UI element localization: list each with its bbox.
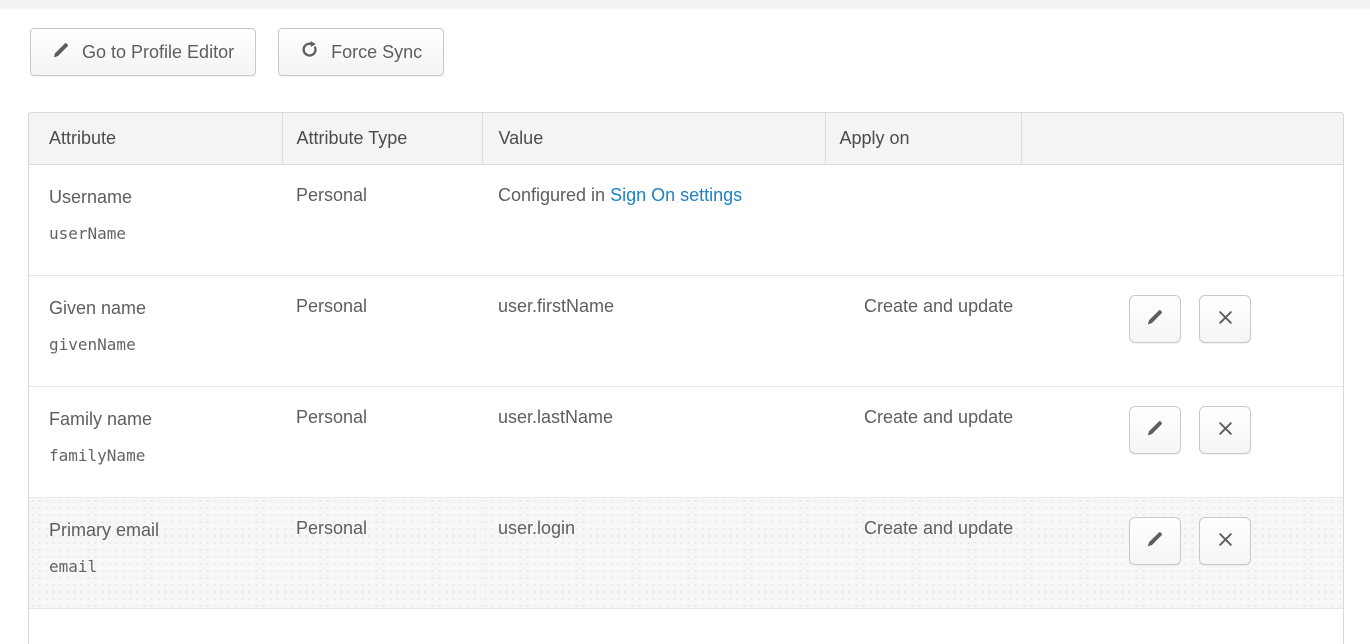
pencil-icon <box>1146 530 1164 551</box>
delete-attribute-button[interactable] <box>1199 517 1251 565</box>
attribute-type: Personal <box>282 386 482 497</box>
force-sync-label: Force Sync <box>331 42 422 63</box>
x-icon <box>1217 420 1234 440</box>
x-icon <box>1217 531 1234 551</box>
attribute-variable: userName <box>49 223 282 245</box>
table-row-partial <box>29 608 1343 644</box>
apply-on-value: Create and update <box>825 275 1021 386</box>
column-header-attribute-type: Attribute Type <box>282 113 482 164</box>
delete-attribute-button[interactable] <box>1199 406 1251 454</box>
attribute-mappings-table: Attribute Attribute Type Value Apply on … <box>28 112 1344 644</box>
pencil-icon <box>52 41 70 64</box>
apply-on-value: Create and update <box>825 386 1021 497</box>
mapping-value: user.firstName <box>482 275 825 386</box>
sign-on-settings-link[interactable]: Sign On settings <box>610 185 742 205</box>
mapping-value: user.lastName <box>482 386 825 497</box>
column-header-attribute: Attribute <box>29 113 282 164</box>
attribute-label: Given name <box>49 296 282 320</box>
column-header-value: Value <box>482 113 825 164</box>
table-row-given-name: Given name givenName Personal user.first… <box>29 275 1343 386</box>
mapping-value: user.login <box>482 497 825 608</box>
x-icon <box>1217 309 1234 329</box>
toolbar: Go to Profile Editor Force Sync <box>30 28 1370 76</box>
edit-attribute-button[interactable] <box>1129 295 1181 343</box>
force-sync-button[interactable]: Force Sync <box>278 28 444 76</box>
column-header-actions <box>1021 113 1343 164</box>
edit-attribute-button[interactable] <box>1129 406 1181 454</box>
attribute-label: Family name <box>49 407 282 431</box>
refresh-icon <box>300 40 319 64</box>
attribute-label: Primary email <box>49 518 282 542</box>
table-row-family-name: Family name familyName Personal user.las… <box>29 386 1343 497</box>
table-row-primary-email: Primary email email Personal user.login … <box>29 497 1343 608</box>
attribute-type: Personal <box>282 164 482 275</box>
apply-on-value <box>825 164 1021 275</box>
table-header-row: Attribute Attribute Type Value Apply on <box>29 113 1343 164</box>
attribute-variable: email <box>49 556 282 578</box>
apply-on-value: Create and update <box>825 497 1021 608</box>
go-to-profile-editor-button[interactable]: Go to Profile Editor <box>30 28 256 76</box>
pencil-icon <box>1146 308 1164 329</box>
value-text: Configured in <box>498 185 610 205</box>
go-to-profile-editor-label: Go to Profile Editor <box>82 42 234 63</box>
pencil-icon <box>1146 419 1164 440</box>
attribute-variable: givenName <box>49 334 282 356</box>
attribute-type: Personal <box>282 275 482 386</box>
table-row-username: Username userName Personal Configured in… <box>29 164 1343 275</box>
attribute-variable: familyName <box>49 445 282 467</box>
attribute-label: Username <box>49 185 282 209</box>
attribute-type: Personal <box>282 497 482 608</box>
delete-attribute-button[interactable] <box>1199 295 1251 343</box>
top-section-divider <box>0 0 1370 9</box>
edit-attribute-button[interactable] <box>1129 517 1181 565</box>
column-header-apply-on: Apply on <box>825 113 1021 164</box>
